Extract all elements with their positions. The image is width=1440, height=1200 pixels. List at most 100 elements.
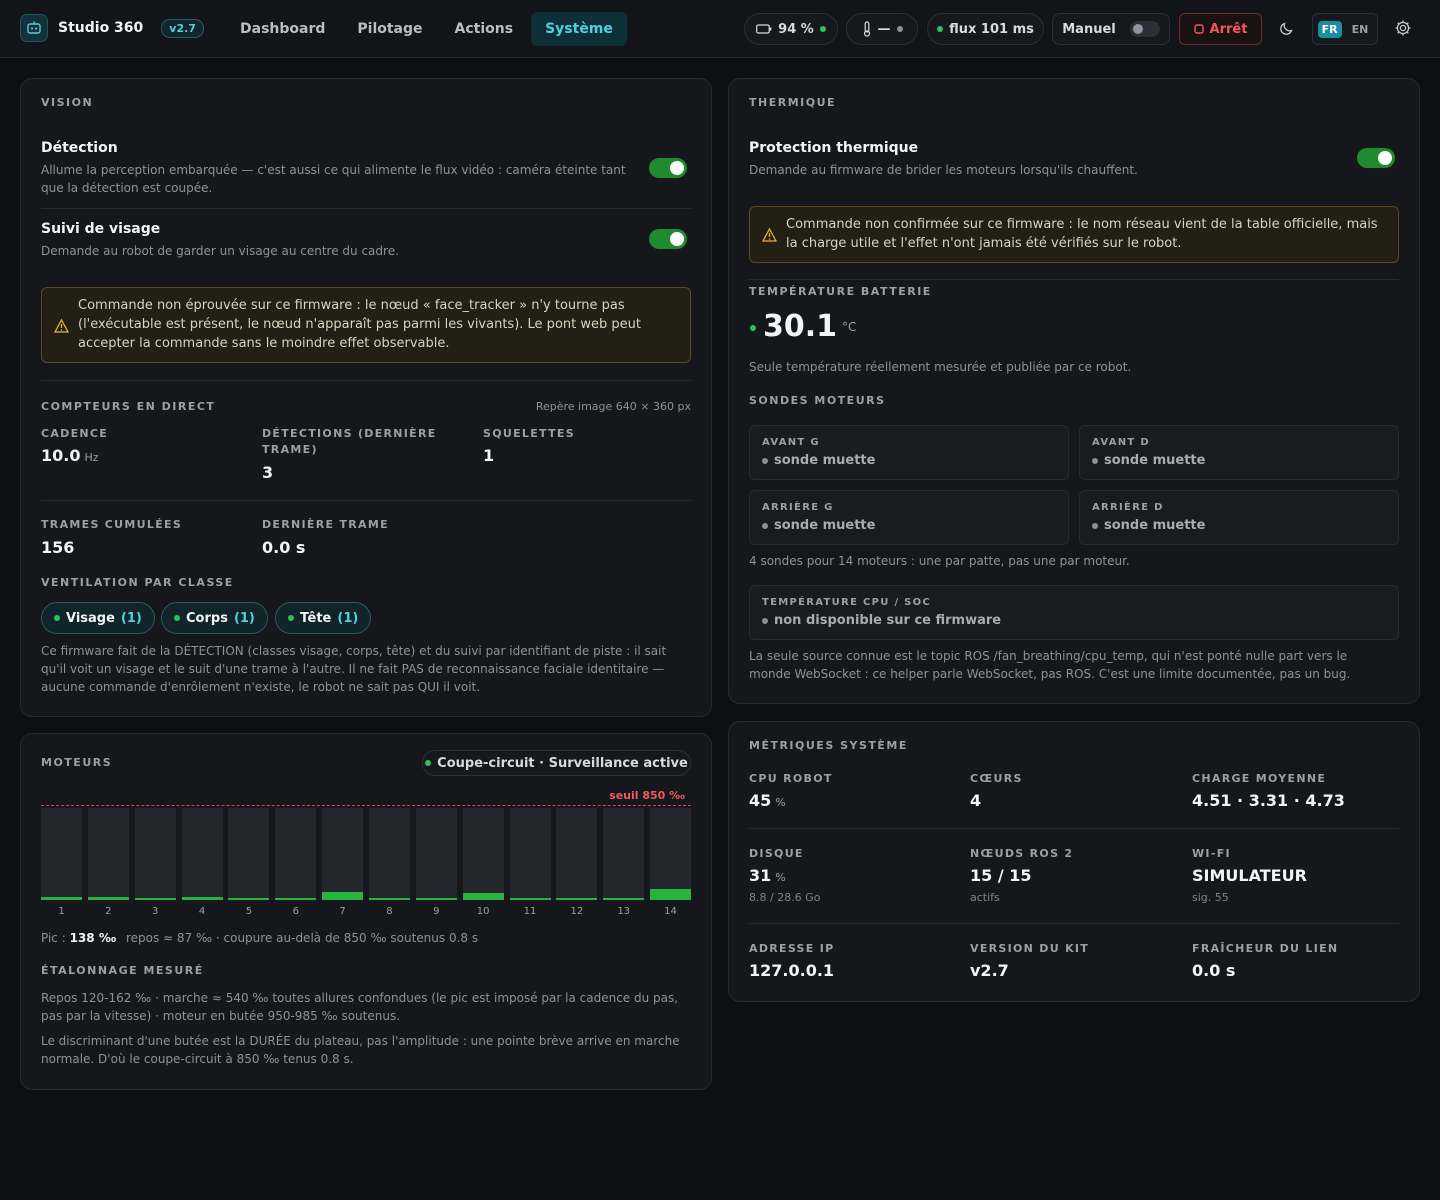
nav-dashboard[interactable]: Dashboard (226, 12, 339, 46)
motor-bar-fill (603, 897, 645, 900)
class-breakdown-title: VENTILATION PAR CLASSE (41, 576, 234, 589)
warning-icon (54, 319, 69, 333)
probes-note: 4 sondes pour 14 moteurs : une par patte… (749, 554, 1130, 568)
motor-bar-11 (509, 808, 551, 900)
nav-actions[interactable]: Actions (441, 12, 528, 46)
load-summary: repos ≈ 87 ‰ · coupure au-delà de 850 ‰ … (125, 931, 479, 945)
motor-bar-2 (87, 808, 129, 900)
motor-bar-4 (181, 808, 223, 900)
nav-pilotage[interactable]: Pilotage (343, 12, 436, 46)
motor-tick-8: 8 (386, 906, 393, 917)
vision-title: VISION (41, 96, 94, 109)
thermal-protection-description: Demande au firmware de brider les moteur… (749, 163, 1138, 177)
stop-button[interactable]: Arrêt (1179, 13, 1262, 45)
metric-value: 4.51 · 3.31 · 4.73 (1192, 791, 1345, 810)
motor-bar-3 (134, 808, 176, 900)
metric-label: CŒURS (970, 772, 1023, 785)
battery-indicator[interactable]: 94 % (744, 13, 838, 45)
motor-bar-6 (275, 808, 317, 900)
detections-value: 3 (262, 463, 274, 482)
face-tracking-toggle[interactable] (649, 229, 687, 249)
metric-label: FRAÎCHEUR DU LIEN (1192, 942, 1339, 955)
motor-tick-4: 4 (198, 906, 206, 917)
metric-value: SIMULATEUR (1192, 866, 1307, 885)
chip-label: Tête (300, 610, 332, 626)
metric-unit: % (775, 796, 786, 809)
version-badge: v2.7 (161, 18, 204, 38)
battery-temp-unit: °C (842, 320, 857, 334)
warning-icon (762, 228, 777, 242)
motor-bar-10 (462, 808, 504, 900)
motor-tick-5: 5 (245, 906, 253, 917)
motor-tick-6: 6 (292, 906, 299, 917)
thermal-protection-toggle[interactable] (1357, 148, 1395, 168)
probe-status: sonde muette (762, 518, 875, 533)
breaker-label: Coupe-circuit · Surveillance active (437, 755, 688, 771)
motor-bar-8 (368, 808, 410, 900)
metric-label: CPU ROBOT (749, 772, 833, 785)
motor-bar-fill (462, 892, 504, 900)
motor-tick-3: 3 (152, 906, 159, 917)
metric-value-text: 4.51 · 3.31 · 4.73 (1192, 791, 1345, 810)
metric-value: 15 / 15 (970, 866, 1032, 885)
motor-tick-9: 9 (433, 906, 440, 917)
skeletons-label: SQUELETTES (483, 427, 575, 440)
probe-front-left: AVANT G sonde muette (749, 425, 1069, 480)
temperature-value: — (877, 21, 891, 37)
system-metrics-card (728, 721, 1420, 1002)
chip-label: Visage (66, 610, 115, 626)
flux-indicator[interactable]: flux 101 ms (927, 13, 1044, 45)
chip-count: (1) (120, 610, 142, 626)
system-metrics-title: MÉTRIQUES SYSTÈME (749, 739, 908, 752)
lang-en-button[interactable]: EN (1348, 21, 1373, 38)
breaker-badge: Coupe-circuit · Surveillance active (422, 750, 691, 776)
motor-bar-1 (41, 808, 82, 900)
chip-count: (1) (337, 610, 359, 626)
metric-value-text: 127.0.0.1 (749, 961, 835, 980)
temperature-indicator[interactable]: — (846, 13, 918, 45)
detection-title: Détection (41, 140, 118, 156)
gear-icon[interactable] (1393, 18, 1413, 38)
cadence-value: 10.0 (41, 446, 81, 465)
motor-bar-fill (509, 898, 551, 900)
lang-fr-button[interactable]: FR (1317, 20, 1342, 38)
cpu-temp-status: non disponible sur ce firmware (762, 613, 1001, 628)
metric-value: 127.0.0.1 (749, 961, 834, 980)
motor-bar-fill (556, 898, 598, 900)
class-chip-tete[interactable]: Tête (1) (275, 602, 372, 634)
theme-toggle-icon[interactable] (1277, 18, 1297, 38)
probe-dot (762, 457, 768, 464)
mode-toggle[interactable]: Manuel (1052, 13, 1170, 45)
probe-dot (1092, 457, 1098, 464)
metric-value-text: 45 (749, 791, 772, 810)
flux-latency: flux 101 ms (949, 21, 1034, 37)
motor-bar-9 (415, 808, 457, 900)
detection-toggle[interactable] (649, 158, 687, 178)
motor-tick-13: 13 (617, 906, 631, 917)
cpu-temp-dot (762, 617, 768, 624)
battery-level: 94 % (778, 21, 814, 37)
warning-text: Commande non éprouvée sur ce firmware : … (78, 298, 641, 351)
metric-label: ADRESSE IP (749, 942, 835, 955)
metric-value: 0.0 s (1192, 961, 1235, 980)
mode-label: Manuel (1062, 21, 1116, 37)
divider (749, 923, 1399, 924)
metric-sub: actifs (970, 891, 1000, 904)
live-counters-title: COMPTEURS EN DIRECT (41, 400, 216, 413)
nav-systeme[interactable]: Système (531, 12, 627, 46)
probe-rear-left: ARRIÈRE G sonde muette (749, 490, 1069, 545)
probe-status-text: sonde muette (1104, 453, 1206, 468)
mode-switch[interactable] (1129, 21, 1160, 37)
divider (749, 279, 1399, 280)
motor-tick-14: 14 (664, 906, 677, 917)
class-chip-corps[interactable]: Corps (1) (161, 602, 268, 634)
cadence-readout: 10.0 Hz (41, 446, 99, 465)
motor-tick-1: 1 (58, 906, 65, 917)
motor-tick-2: 2 (105, 906, 112, 917)
class-chip-visage[interactable]: Visage (1) (41, 602, 155, 634)
chip-dot (174, 615, 180, 621)
chip-dot (288, 615, 294, 621)
metric-label: WI-FI (1192, 847, 1231, 860)
frame-reference: Repère image 640 × 360 px (535, 400, 691, 413)
temperature-status-dot (896, 26, 903, 32)
